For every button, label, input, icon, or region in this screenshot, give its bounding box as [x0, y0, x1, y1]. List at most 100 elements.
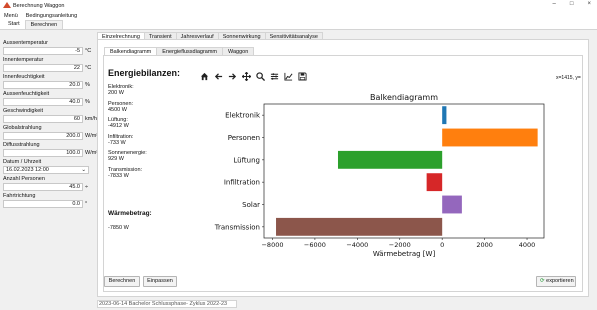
innentemperatur-input[interactable]: 22: [3, 64, 83, 72]
energy-item-value: -4912 W: [108, 123, 129, 129]
tab-energieflussdiagramm[interactable]: Energieflussdiagramm: [156, 47, 223, 55]
energy-item: Transmission: -7833 W: [108, 167, 178, 179]
innenfeuchtigkeit-input[interactable]: 20.0: [3, 81, 83, 89]
bar-personen: [442, 128, 538, 147]
x-tick-label: −8000: [261, 241, 283, 249]
diffusstrahlung-input[interactable]: 100.0: [3, 149, 83, 157]
persons-input[interactable]: 45.0: [3, 183, 83, 191]
forward-icon[interactable]: [227, 71, 237, 81]
energy-title: Energiebilanzen:: [108, 68, 181, 78]
x-axis-label: Wärmebetrag [W]: [373, 250, 436, 258]
zoom-icon[interactable]: [255, 71, 265, 81]
maximize-button[interactable]: □: [570, 1, 574, 7]
menu-bar: Menü Bedingungsanleitung: [0, 11, 597, 20]
unit-label: °C: [85, 48, 92, 54]
sub-tabs: Balkendiagramm Energieflussdiagramm Wagg…: [104, 47, 255, 55]
status-bar: 2023-06-14 Bachelor Schlussphase- Zyklus…: [97, 300, 237, 308]
x-tick-label: 2000: [476, 241, 493, 249]
datetime-label: Datum / Uhrzeit: [3, 159, 42, 165]
input-label: Aussentemperatur: [3, 40, 48, 46]
aussentemperatur-input[interactable]: -5: [3, 47, 83, 55]
energy-list: Elektronik: 200 W Personen: 4500 W Lüftung…: [108, 84, 178, 183]
ribbon-tabs: Start Berechnen: [0, 20, 597, 30]
y-tick-label: Lüftung: [233, 156, 260, 164]
energy-item: Infiltration: -733 W: [108, 134, 178, 146]
tab-waggon[interactable]: Waggon: [222, 47, 255, 55]
fahrtrichtung-input[interactable]: 0.0: [3, 200, 83, 208]
input-label: Innenfeuchtigkeit: [3, 74, 45, 80]
input-label: Innentemperatur: [3, 57, 44, 63]
datetime-input[interactable]: 16.02.2023 12:00 ⌄: [3, 166, 89, 174]
bar-transmission: [276, 217, 443, 236]
export-button[interactable]: ⟳ exportieren: [536, 276, 576, 287]
menu-item-menu[interactable]: Menü: [4, 13, 18, 19]
energy-item-value: 929 W: [108, 156, 124, 162]
plot-frame: [263, 103, 545, 239]
app-icon: [3, 2, 11, 8]
close-button[interactable]: ×: [587, 1, 591, 7]
y-tick-label: Elektronik: [225, 112, 261, 120]
datetime-value: 16.02.2023 12:00: [6, 167, 49, 173]
energy-item: Elektronik: 200 W: [108, 84, 178, 96]
input-label: Aussenfeuchtigkeit: [3, 91, 50, 97]
bar-chart: Balkendiagramm Elektronik Personen Lüftung I…: [214, 93, 545, 258]
tab-balkendiagramm[interactable]: Balkendiagramm: [104, 47, 158, 55]
geschwindigkeit-input[interactable]: 60: [3, 115, 83, 123]
direction-label: Fahrtrichtung: [3, 193, 36, 199]
energy-item-value: 200 W: [108, 90, 124, 96]
ribbon-tab-start[interactable]: Start: [3, 20, 25, 29]
x-tick-label: −4000: [346, 241, 368, 249]
pan-icon[interactable]: [241, 71, 251, 81]
unit-label: km/h: [85, 116, 97, 122]
energy-item: Lüftung: -4912 W: [108, 117, 178, 129]
spinner-icon[interactable]: ÷: [85, 184, 95, 190]
input-label: Geschwindigkeit: [3, 108, 44, 114]
berechnen-button[interactable]: Berechnen: [104, 276, 140, 287]
y-tick-label: Solar: [242, 201, 260, 209]
bar-infiltration: [426, 173, 443, 192]
energy-item-value: -733 W: [108, 139, 126, 146]
cursor-coordinates: x=1415, y=: [556, 75, 581, 81]
x-tick-label: 0: [440, 241, 444, 249]
minimize-button[interactable]: –: [553, 1, 556, 7]
save-icon[interactable]: [297, 71, 307, 81]
persons-label: Anzahl Personen: [3, 176, 45, 182]
input-label: Diffusstrahlung: [3, 142, 40, 148]
home-icon[interactable]: [199, 71, 209, 81]
energy-item: Personen: 4500 W: [108, 101, 178, 113]
bar-elektronik: [442, 106, 447, 125]
y-tick-label: Personen: [228, 134, 260, 142]
waermebetrag-title: Wärmebetrag:: [108, 210, 152, 217]
unit-label: %: [85, 82, 90, 88]
unit-label: %: [85, 99, 90, 105]
energy-item: Sonnenenergie: 929 W: [108, 150, 178, 162]
unit-label: W/m²: [85, 133, 99, 139]
x-tick-label: 4000: [519, 241, 536, 249]
configure-icon[interactable]: [269, 71, 279, 81]
edit-axes-icon[interactable]: [283, 71, 293, 81]
energy-item-value: -7833 W: [108, 172, 129, 179]
globalstrahlung-input[interactable]: 200.0: [3, 132, 83, 140]
chevron-down-icon[interactable]: ⌄: [81, 167, 86, 173]
unit-label: °: [85, 201, 88, 207]
bar-solar: [442, 195, 462, 214]
x-tick-label: −6000: [304, 241, 326, 249]
ribbon-tab-berechnen[interactable]: Berechnen: [24, 20, 64, 29]
menu-item-instructions[interactable]: Bedingungsanleitung: [26, 13, 77, 19]
y-tick-label: Infiltration: [224, 179, 260, 187]
bar-lüftung: [337, 150, 443, 169]
export-icon: ⟳: [540, 278, 545, 284]
energy-item-value: 4500 W: [108, 106, 127, 113]
waermebetrag-value: -7850 W: [108, 225, 129, 231]
aussenfeuchtigkeit-input[interactable]: 40.0: [3, 98, 83, 106]
back-icon[interactable]: [213, 71, 223, 81]
plot-toolbar: [199, 71, 307, 81]
unit-label: °C: [85, 65, 92, 71]
title-bar: Berechnung Waggon – □ ×: [0, 0, 597, 11]
einpassen-button[interactable]: Einpassen: [143, 276, 177, 287]
unit-label: W/m²: [85, 150, 99, 156]
y-tick-label: Transmission: [214, 223, 260, 231]
window-title: Berechnung Waggon: [13, 2, 65, 9]
export-label: exportieren: [546, 278, 574, 284]
x-tick-label: −2000: [389, 241, 411, 249]
